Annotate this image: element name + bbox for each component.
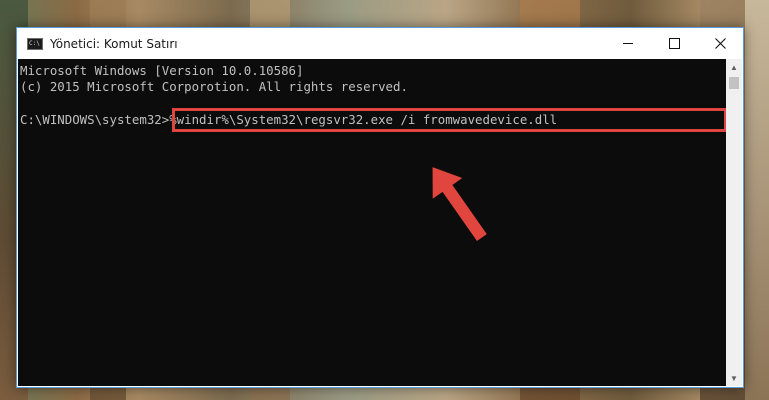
scroll-down-icon[interactable]: ▼ xyxy=(726,370,742,386)
command-prompt-window[interactable]: C:\ Yönetici: Komut Satırı Microsoft Win… xyxy=(16,27,744,388)
console-line: Microsoft Windows [Version 10.0.10586] xyxy=(20,63,304,78)
scrollbar-thumb[interactable] xyxy=(729,77,739,89)
background-tree xyxy=(745,0,769,400)
close-icon xyxy=(714,38,726,49)
minimize-icon xyxy=(623,43,633,44)
cmd-icon-text: C:\ xyxy=(29,40,40,47)
console-line: (c) 2015 Microsoft Corporotion. All righ… xyxy=(20,79,408,94)
maximize-icon xyxy=(668,38,680,49)
minimize-button[interactable] xyxy=(605,28,651,59)
vertical-scrollbar[interactable]: ▲ ▼ xyxy=(726,59,742,386)
arrow-pointer-icon xyxy=(432,167,487,241)
title-bar[interactable]: C:\ Yönetici: Komut Satırı xyxy=(17,28,743,60)
console-output[interactable]: Microsoft Windows [Version 10.0.10586] (… xyxy=(18,59,727,386)
scroll-up-icon[interactable]: ▲ xyxy=(726,59,742,75)
cmd-app-icon[interactable]: C:\ xyxy=(27,38,43,50)
maximize-button[interactable] xyxy=(651,28,697,59)
command-highlight-box xyxy=(172,108,727,132)
prompt-text: C:\WINDOWS\system32> xyxy=(20,112,170,127)
close-button[interactable] xyxy=(697,28,743,59)
window-title: Yönetici: Komut Satırı xyxy=(50,37,178,51)
